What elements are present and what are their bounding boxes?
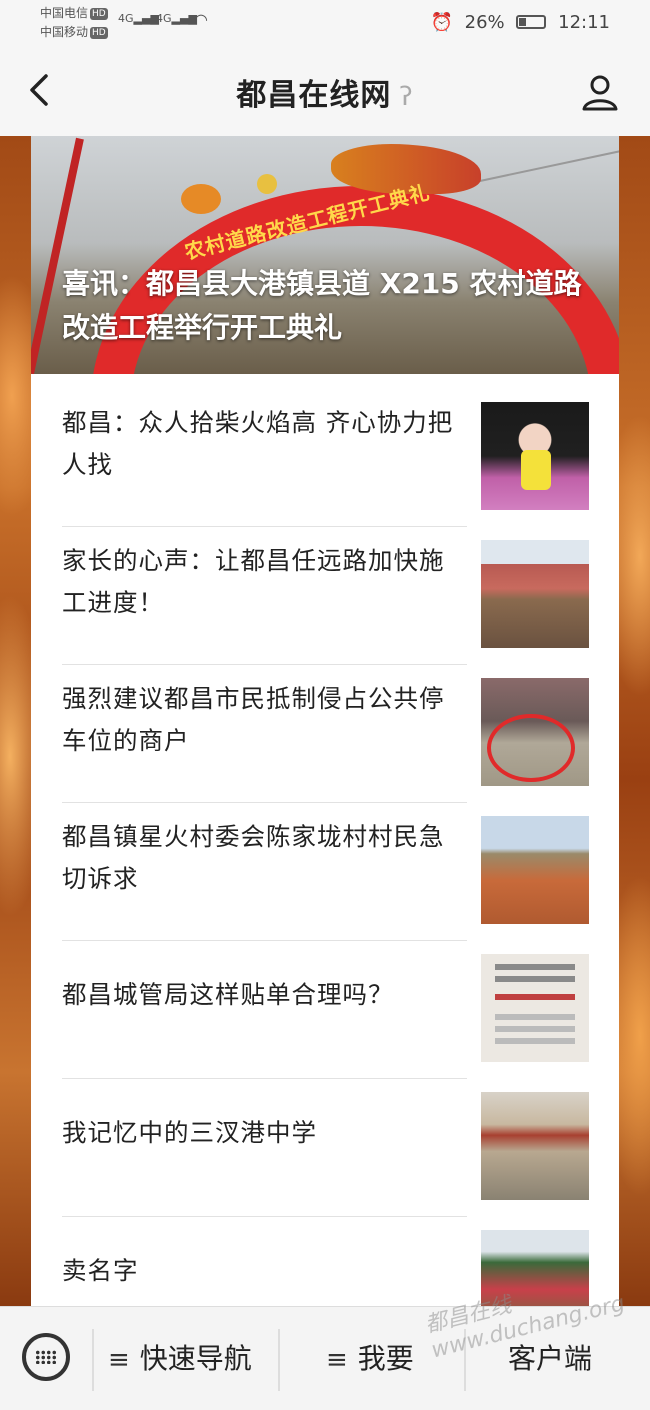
status-right: ⏰ 26% 12:11 bbox=[424, 11, 610, 33]
hd-badge: HD bbox=[90, 8, 108, 20]
article-list: 都昌：众人拾柴火焰高 齐心协力把人找 家长的心声：让都昌任远路加快施工进度！ 强… bbox=[31, 374, 619, 1306]
article-thumbnail[interactable] bbox=[481, 816, 589, 924]
wifi-icon: ◠ bbox=[194, 10, 208, 29]
article-item[interactable]: 卖名字 bbox=[31, 1202, 619, 1306]
menu-icon: ≡ bbox=[108, 1345, 130, 1375]
nav-divider bbox=[92, 1329, 94, 1391]
ear-icon[interactable]: ʔ bbox=[399, 82, 413, 112]
carrier-1: 中国电信 bbox=[40, 6, 89, 20]
article-thumbnail[interactable] bbox=[481, 954, 589, 1062]
hero-title[interactable]: 喜讯：都昌县大港镇县道 X215 农村道路改造工程举行开工典礼 bbox=[62, 262, 602, 350]
user-icon[interactable] bbox=[580, 72, 620, 112]
want-label: 我要 bbox=[357, 1342, 414, 1375]
quick-nav-button[interactable]: ≡ 快速导航 bbox=[108, 1337, 252, 1377]
article-item[interactable]: 我记忆中的三汊港中学 bbox=[31, 1064, 619, 1217]
article-title[interactable]: 卖名字 bbox=[62, 1250, 462, 1292]
page-title: 都昌在线网 ʔ bbox=[0, 70, 650, 114]
article-thumbnail[interactable] bbox=[481, 402, 589, 510]
article-item[interactable]: 家长的心声：让都昌任远路加快施工进度！ bbox=[31, 512, 619, 665]
article-title[interactable]: 都昌镇星火村委会陈家垅村村民急切诉求 bbox=[62, 816, 462, 900]
menu-icon: ≡ bbox=[326, 1345, 348, 1375]
quick-nav-label: 快速导航 bbox=[139, 1342, 252, 1375]
battery-percent: 26% bbox=[464, 11, 505, 33]
keyboard-icon[interactable] bbox=[22, 1333, 70, 1381]
client-label: 客户端 bbox=[508, 1342, 593, 1375]
signal-icon: 4G▂▄▆ bbox=[156, 12, 197, 25]
hd-badge: HD bbox=[90, 27, 108, 39]
article-title[interactable]: 家长的心声：让都昌任远路加快施工进度！ bbox=[62, 540, 462, 624]
article-title[interactable]: 强烈建议都昌市民抵制侵占公共停车位的商户 bbox=[62, 678, 462, 762]
article-title[interactable]: 都昌城管局这样贴单合理吗？ bbox=[62, 974, 462, 1016]
nav-divider bbox=[464, 1329, 466, 1391]
hero-banner[interactable]: 农村道路改造工程开工典礼 喜讯：都昌县大港镇县道 X215 农村道路改造工程举行… bbox=[31, 136, 619, 374]
article-item[interactable]: 都昌镇星火村委会陈家垅村村民急切诉求 bbox=[31, 788, 619, 941]
dragon-decoration bbox=[181, 184, 221, 214]
app-header: 都昌在线网 ʔ bbox=[0, 48, 650, 136]
article-item[interactable]: 都昌：众人拾柴火焰高 齐心协力把人找 bbox=[31, 374, 619, 527]
signal-icon: 4G▂▄▆ bbox=[118, 12, 159, 25]
article-title[interactable]: 我记忆中的三汊港中学 bbox=[62, 1112, 462, 1154]
article-thumbnail[interactable] bbox=[481, 678, 589, 786]
article-thumbnail[interactable] bbox=[481, 540, 589, 648]
bottom-nav: ≡ 快速导航 ≡ 我要 客户端 bbox=[0, 1306, 650, 1410]
carrier-2: 中国移动 bbox=[40, 25, 89, 39]
article-item[interactable]: 强烈建议都昌市民抵制侵占公共停车位的商户 bbox=[31, 650, 619, 803]
article-thumbnail[interactable] bbox=[481, 1092, 589, 1200]
balloon bbox=[257, 174, 277, 194]
nav-divider bbox=[278, 1329, 280, 1391]
article-title[interactable]: 都昌：众人拾柴火焰高 齐心协力把人找 bbox=[62, 402, 462, 486]
client-button[interactable]: 客户端 bbox=[508, 1337, 592, 1377]
article-item[interactable]: 都昌城管局这样贴单合理吗？ bbox=[31, 926, 619, 1079]
carrier-info: 中国电信 HD 中国移动 HD bbox=[40, 4, 108, 42]
want-button[interactable]: ≡ 我要 bbox=[326, 1337, 414, 1377]
site-name: 都昌在线网 bbox=[236, 78, 392, 113]
article-thumbnail[interactable] bbox=[481, 1230, 589, 1306]
status-bar: 中国电信 HD 中国移动 HD 4G▂▄▆ 4G▂▄▆ ◠ ⏰ 26% 12:11 bbox=[0, 0, 650, 48]
alarm-icon: ⏰ bbox=[430, 11, 453, 33]
clock: 12:11 bbox=[558, 11, 610, 33]
news-card: 农村道路改造工程开工典礼 喜讯：都昌县大港镇县道 X215 农村道路改造工程举行… bbox=[31, 136, 619, 1306]
battery-icon bbox=[516, 15, 547, 29]
